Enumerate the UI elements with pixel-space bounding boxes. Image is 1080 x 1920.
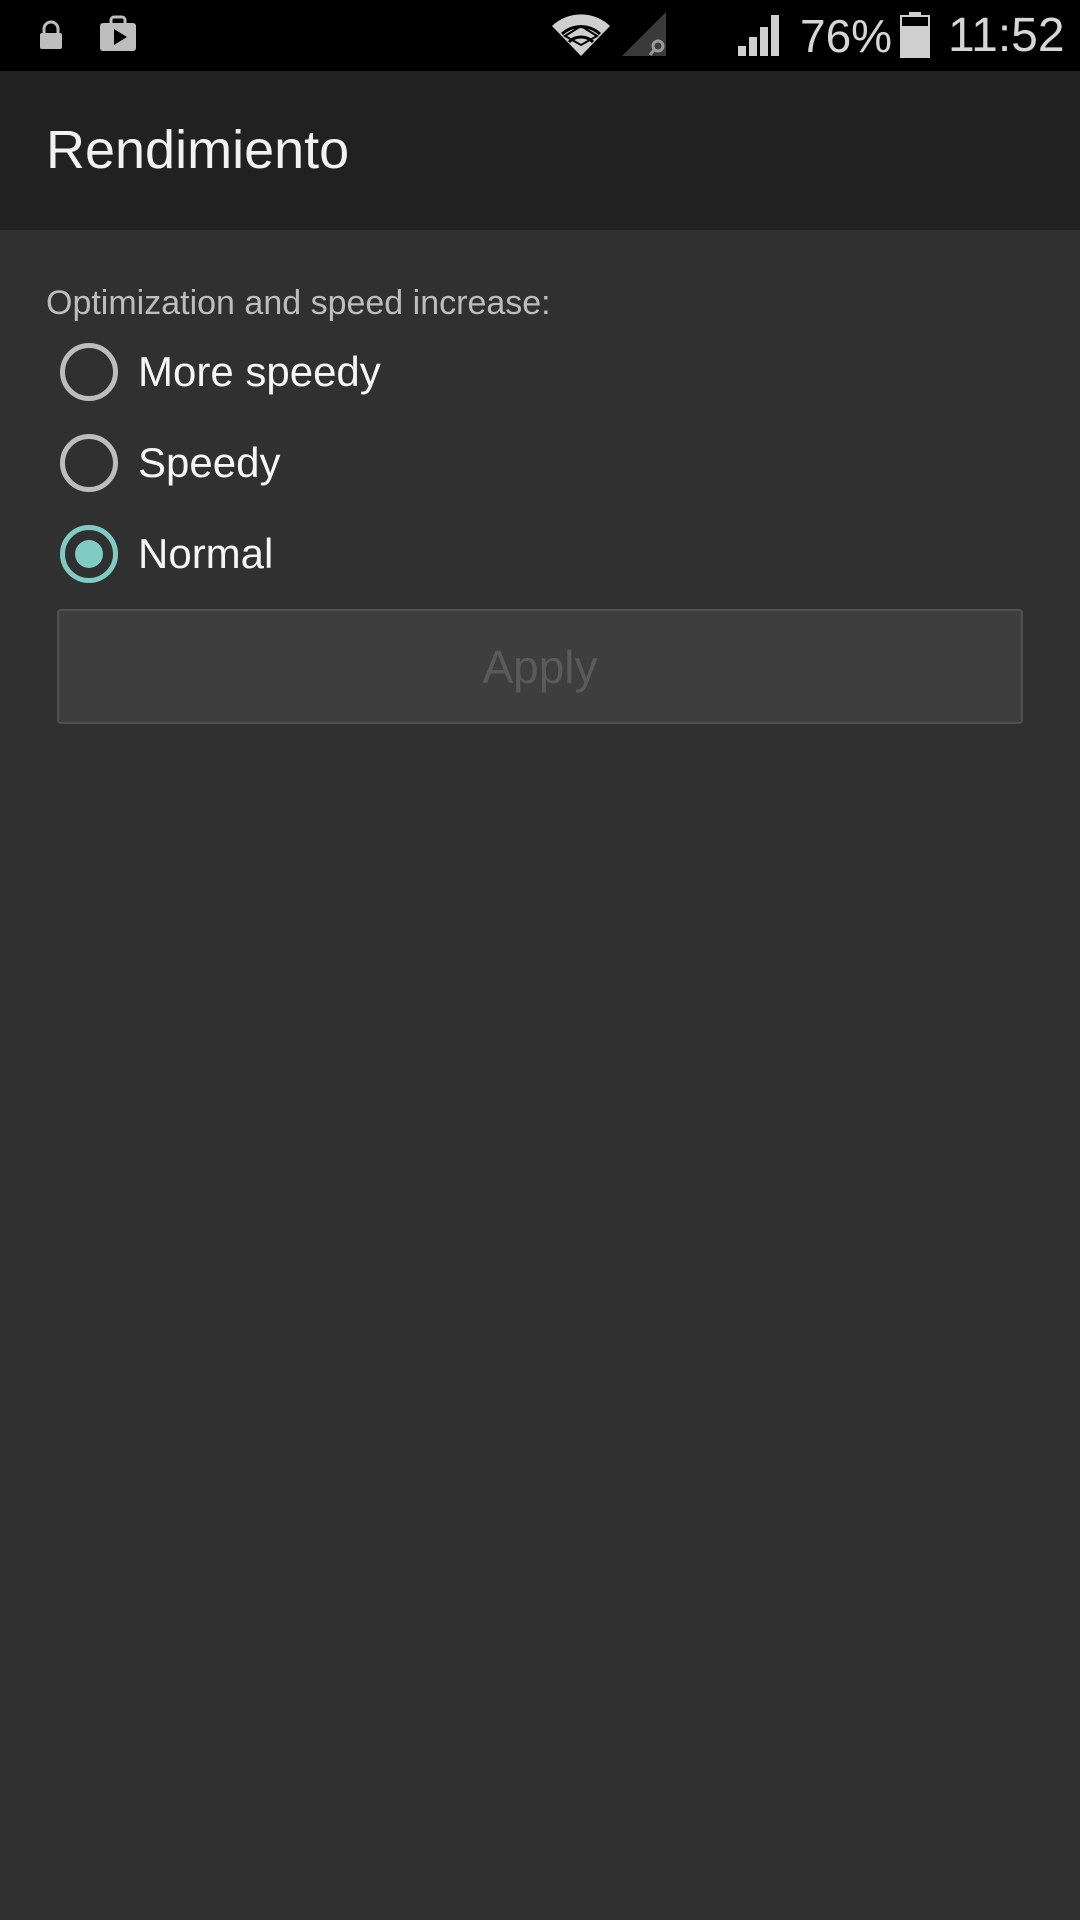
section-label: Optimization and speed increase: [46, 284, 551, 322]
clock: 11:52 [948, 9, 1065, 62]
lock-icon [40, 20, 62, 49]
radio-button-speedy[interactable] [60, 434, 118, 492]
radio-option-speedy[interactable]: Speedy [60, 427, 1020, 499]
radio-button-normal[interactable] [60, 525, 118, 583]
radio-option-more-speedy[interactable]: More speedy [60, 336, 1020, 408]
radio-button-more-speedy[interactable] [60, 343, 118, 401]
settings-content: Optimization and speed increase: More sp… [0, 230, 1080, 1920]
signal-icon [738, 15, 779, 56]
apply-button[interactable]: Apply [57, 609, 1023, 724]
play-store-icon [100, 15, 136, 51]
radio-label-more-speedy: More speedy [138, 348, 381, 395]
battery-percent: 76% [800, 10, 893, 62]
radio-label-speedy: Speedy [138, 439, 281, 486]
radio-option-normal[interactable]: Normal [60, 518, 1020, 590]
page-title: Rendimiento [46, 120, 350, 180]
radio-label-normal: Normal [138, 530, 274, 577]
wifi-icon [552, 14, 610, 56]
signal-roaming-icon [622, 12, 666, 56]
action-bar: Rendimiento [0, 71, 1080, 230]
status-bar: 76% 11:52 [0, 0, 1080, 71]
battery-icon [900, 12, 930, 58]
